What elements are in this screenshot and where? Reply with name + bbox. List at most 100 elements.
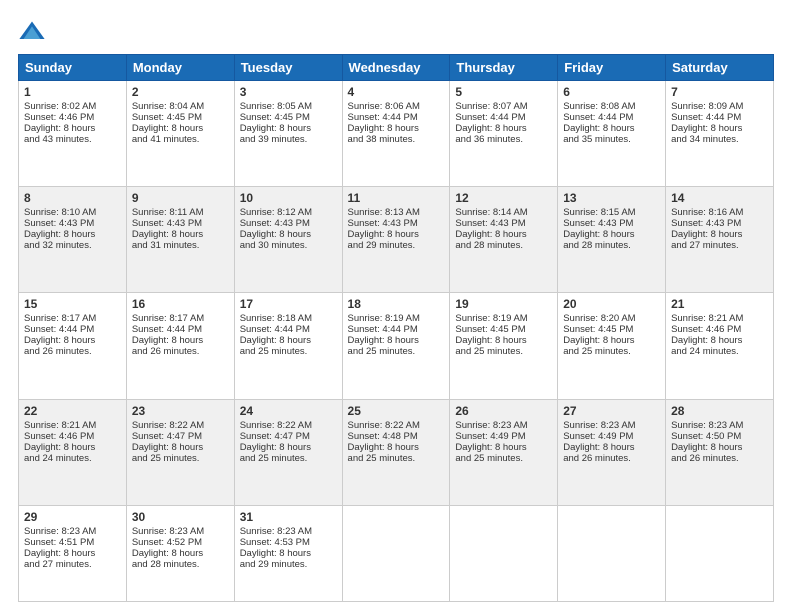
table-row: 17Sunrise: 8:18 AMSunset: 4:44 PMDayligh…	[234, 293, 342, 399]
day-info: Sunrise: 8:12 AM	[240, 207, 337, 218]
day-info: Sunset: 4:43 PM	[671, 218, 768, 229]
day-number: 23	[132, 404, 229, 418]
day-info: and 29 minutes.	[348, 240, 445, 251]
day-info: Sunrise: 8:04 AM	[132, 101, 229, 112]
day-info: Sunset: 4:48 PM	[348, 431, 445, 442]
day-info: Daylight: 8 hours	[132, 442, 229, 453]
day-info: Sunrise: 8:06 AM	[348, 101, 445, 112]
day-info: Daylight: 8 hours	[348, 229, 445, 240]
day-info: Sunrise: 8:16 AM	[671, 207, 768, 218]
table-row	[558, 505, 666, 601]
day-info: Daylight: 8 hours	[132, 229, 229, 240]
table-row: 2 Sunrise: 8:04 AMSunset: 4:45 PMDaylight…	[126, 81, 234, 187]
day-number: 8	[24, 191, 121, 205]
table-row: 20Sunrise: 8:20 AMSunset: 4:45 PMDayligh…	[558, 293, 666, 399]
day-number: 5	[455, 85, 552, 99]
day-info: Daylight: 8 hours	[24, 335, 121, 346]
col-thursday: Thursday	[450, 55, 558, 81]
day-info: and 32 minutes.	[24, 240, 121, 251]
day-info: Daylight: 8 hours	[132, 335, 229, 346]
day-number: 2	[132, 85, 229, 99]
day-info: and 28 minutes.	[132, 559, 229, 570]
day-info: Daylight: 8 hours	[348, 442, 445, 453]
day-info: and 25 minutes.	[348, 453, 445, 464]
day-info: and 31 minutes.	[132, 240, 229, 251]
day-info: and 26 minutes.	[132, 346, 229, 357]
day-info: Sunrise: 8:20 AM	[563, 313, 660, 324]
table-row: 16Sunrise: 8:17 AMSunset: 4:44 PMDayligh…	[126, 293, 234, 399]
day-info: Daylight: 8 hours	[671, 442, 768, 453]
table-row: 3Sunrise: 8:05 AMSunset: 4:45 PMDaylight…	[234, 81, 342, 187]
day-info: Sunset: 4:52 PM	[132, 537, 229, 548]
day-info: Sunrise: 8:18 AM	[240, 313, 337, 324]
table-row: 21Sunrise: 8:21 AMSunset: 4:46 PMDayligh…	[666, 293, 774, 399]
day-number: 20	[563, 297, 660, 311]
day-info: Sunset: 4:43 PM	[132, 218, 229, 229]
day-number: 14	[671, 191, 768, 205]
day-info: and 25 minutes.	[132, 453, 229, 464]
day-info: Sunset: 4:47 PM	[132, 431, 229, 442]
day-info: Sunset: 4:44 PM	[132, 324, 229, 335]
calendar-week-3: 15Sunrise: 8:17 AMSunset: 4:44 PMDayligh…	[19, 293, 774, 399]
day-info: Sunset: 4:43 PM	[455, 218, 552, 229]
day-info: Sunset: 4:43 PM	[240, 218, 337, 229]
table-row: 8Sunrise: 8:10 AMSunset: 4:43 PMDaylight…	[19, 187, 127, 293]
day-info: and 27 minutes.	[671, 240, 768, 251]
day-info: and 28 minutes.	[563, 240, 660, 251]
day-info: Sunrise: 8:21 AM	[671, 313, 768, 324]
day-info: Daylight: 8 hours	[455, 123, 552, 134]
day-info: and 26 minutes.	[563, 453, 660, 464]
day-info: Sunrise: 8:23 AM	[671, 420, 768, 431]
header	[18, 18, 774, 46]
day-info: Daylight: 8 hours	[132, 123, 229, 134]
day-info: Daylight: 8 hours	[240, 335, 337, 346]
day-info: Sunrise: 8:23 AM	[455, 420, 552, 431]
day-info: Sunset: 4:49 PM	[563, 431, 660, 442]
day-info: Sunset: 4:47 PM	[240, 431, 337, 442]
day-number: 29	[24, 510, 121, 524]
day-info: Daylight: 8 hours	[455, 335, 552, 346]
col-friday: Friday	[558, 55, 666, 81]
calendar-week-1: 1Sunrise: 8:02 AMSunset: 4:46 PMDaylight…	[19, 81, 774, 187]
day-info: Sunrise: 8:02 AM	[24, 101, 121, 112]
day-info: Sunset: 4:44 PM	[671, 112, 768, 123]
table-row: 29Sunrise: 8:23 AMSunset: 4:51 PMDayligh…	[19, 505, 127, 601]
day-info: and 29 minutes.	[240, 559, 337, 570]
table-row: 10Sunrise: 8:12 AMSunset: 4:43 PMDayligh…	[234, 187, 342, 293]
day-info: Sunset: 4:45 PM	[132, 112, 229, 123]
day-number: 19	[455, 297, 552, 311]
day-info: and 25 minutes.	[240, 346, 337, 357]
day-info: and 26 minutes.	[671, 453, 768, 464]
day-info: and 30 minutes.	[240, 240, 337, 251]
col-wednesday: Wednesday	[342, 55, 450, 81]
day-info: Sunrise: 8:21 AM	[24, 420, 121, 431]
day-info: Daylight: 8 hours	[563, 442, 660, 453]
logo	[18, 18, 50, 46]
day-info: Sunset: 4:44 PM	[348, 324, 445, 335]
day-info: Sunrise: 8:19 AM	[348, 313, 445, 324]
day-info: Daylight: 8 hours	[563, 229, 660, 240]
day-info: Sunset: 4:44 PM	[455, 112, 552, 123]
day-info: Daylight: 8 hours	[671, 229, 768, 240]
day-number: 10	[240, 191, 337, 205]
day-info: and 25 minutes.	[455, 453, 552, 464]
day-info: Sunset: 4:46 PM	[671, 324, 768, 335]
table-row: 30Sunrise: 8:23 AMSunset: 4:52 PMDayligh…	[126, 505, 234, 601]
day-info: Sunset: 4:49 PM	[455, 431, 552, 442]
table-row	[450, 505, 558, 601]
day-info: and 43 minutes.	[24, 134, 121, 145]
day-number: 6	[563, 85, 660, 99]
day-info: Daylight: 8 hours	[563, 123, 660, 134]
day-info: Sunset: 4:44 PM	[24, 324, 121, 335]
day-number: 22	[24, 404, 121, 418]
day-info: and 39 minutes.	[240, 134, 337, 145]
table-row: 12Sunrise: 8:14 AMSunset: 4:43 PMDayligh…	[450, 187, 558, 293]
day-info: Daylight: 8 hours	[132, 548, 229, 559]
day-info: Daylight: 8 hours	[240, 548, 337, 559]
day-info: and 25 minutes.	[348, 346, 445, 357]
table-row: 28Sunrise: 8:23 AMSunset: 4:50 PMDayligh…	[666, 399, 774, 505]
day-info: Sunset: 4:44 PM	[240, 324, 337, 335]
day-info: Sunrise: 8:11 AM	[132, 207, 229, 218]
day-info: and 34 minutes.	[671, 134, 768, 145]
day-number: 28	[671, 404, 768, 418]
